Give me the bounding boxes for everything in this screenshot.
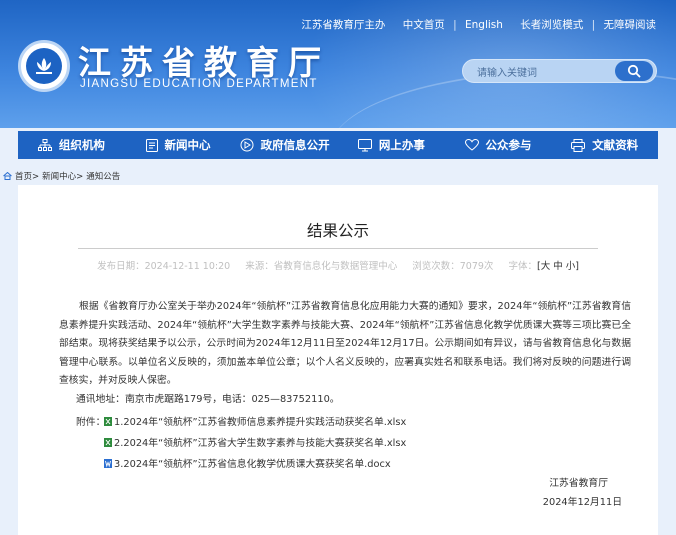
nav-item-news[interactable]: 新闻中心 bbox=[125, 137, 232, 153]
sponsor-text: 江苏省教育厅主办 bbox=[301, 19, 386, 31]
article-meta: 发布日期：2024-12-11 10:20 来源：省教育信息化与数据管理中心 浏… bbox=[18, 258, 658, 272]
attachment-link[interactable]: 1.2024年“领航杯”江苏省教师信息素养提升实践活动获奖名单.xlsx bbox=[104, 414, 406, 428]
lotus-emblem-icon bbox=[26, 48, 62, 84]
breadcrumb: 首页> 新闻中心> 通知公告 bbox=[3, 170, 120, 182]
attachment-name: 1.2024年“领航杯”江苏省教师信息素养提升实践活动获奖名单.xlsx bbox=[114, 417, 407, 428]
nav-label: 组织机构 bbox=[58, 138, 105, 152]
contact-address: 通讯地址：南京市虎踞路179号，电话：025—83752110。 bbox=[76, 394, 340, 405]
attachment-link[interactable]: 2.2024年“领航杯”江苏省大学生数字素养与技能大赛获奖名单.xlsx bbox=[104, 435, 406, 449]
search-button[interactable] bbox=[615, 61, 653, 81]
search-input[interactable]: 请输入关键词 bbox=[477, 64, 537, 79]
article-source: 来源：省教育信息化与数据管理中心 bbox=[245, 261, 398, 272]
font-size-options[interactable]: [大 中 小] bbox=[537, 261, 579, 272]
excel-file-icon bbox=[104, 416, 112, 426]
excel-file-icon bbox=[104, 437, 112, 447]
attachment-name: 3.2024年“领航杯”江苏省信息化教学优质课大赛获奖名单.docx bbox=[114, 459, 391, 470]
nav-label: 网上办事 bbox=[378, 138, 425, 152]
home-icon bbox=[3, 172, 12, 180]
word-file-icon bbox=[104, 458, 112, 468]
title-divider bbox=[78, 248, 598, 249]
separator: | bbox=[453, 19, 457, 31]
top-links: 江苏省教育厅主办 中文首页 | English 长者浏览模式 | 无障碍阅读 bbox=[296, 17, 656, 32]
nav-label: 政府信息公开 bbox=[260, 138, 330, 152]
breadcrumb-news[interactable]: 新闻中心> bbox=[42, 170, 83, 182]
nav-item-online-services[interactable]: 网上办事 bbox=[338, 137, 445, 153]
search-box: 请输入关键词 bbox=[462, 59, 657, 83]
nav-label: 新闻中心 bbox=[164, 138, 211, 152]
monitor-icon bbox=[357, 138, 372, 151]
search-icon bbox=[627, 64, 641, 78]
nav-item-public-participation[interactable]: 公众参与 bbox=[445, 137, 552, 153]
publish-date: 发布日期：2024-12-11 10:20 bbox=[97, 261, 231, 272]
site-logo[interactable] bbox=[18, 40, 70, 92]
site-title-en: JIANGSU EDUCATION DEPARTMENT bbox=[80, 78, 318, 90]
nav-label: 公众参与 bbox=[485, 138, 532, 152]
font-size-label: 字体： bbox=[508, 261, 537, 272]
info-disclosure-icon bbox=[240, 138, 254, 152]
breadcrumb-home[interactable]: 首页> bbox=[15, 170, 39, 182]
news-icon bbox=[145, 138, 158, 152]
page-title: 结果公示 bbox=[306, 222, 369, 240]
english-link[interactable]: English bbox=[465, 19, 503, 31]
main-nav: 组织机构 新闻中心 政府信息公开 网上办事 公众参与 文献资料 bbox=[18, 131, 658, 159]
accessible-reading-link[interactable]: 无障碍阅读 bbox=[604, 19, 657, 31]
font-size-control: 字体：[大 中 小] bbox=[508, 261, 578, 272]
signature-date: 2024年12月11日 bbox=[542, 497, 622, 508]
heart-icon bbox=[464, 139, 479, 151]
nav-item-organization[interactable]: 组织机构 bbox=[18, 137, 125, 153]
home-link[interactable]: 中文首页 bbox=[403, 19, 445, 31]
org-chart-icon bbox=[37, 138, 52, 151]
nav-item-info-disclosure[interactable]: 政府信息公开 bbox=[231, 137, 338, 153]
site-title-cn: 江苏省教育厅 bbox=[78, 43, 330, 82]
article-body: 根据《省教育厅办公室关于举办2024年“领航杯”江苏省教育信息化应用能力大赛的通… bbox=[59, 301, 631, 387]
view-count: 浏览次数：7079次 bbox=[412, 261, 494, 272]
attachment-link[interactable]: 3.2024年“领航杯”江苏省信息化教学优质课大赛获奖名单.docx bbox=[104, 456, 391, 470]
attachment-name: 2.2024年“领航杯”江苏省大学生数字素养与技能大赛获奖名单.xlsx bbox=[114, 438, 407, 449]
nav-label: 文献资料 bbox=[592, 138, 639, 152]
article-panel: 结果公示 发布日期：2024-12-11 10:20 来源：省教育信息化与数据管… bbox=[18, 185, 658, 535]
elder-mode-link[interactable]: 长者浏览模式 bbox=[520, 19, 583, 31]
signature-org: 江苏省教育厅 bbox=[549, 478, 608, 489]
separator: | bbox=[591, 19, 596, 31]
site-header: 江苏省教育厅主办 中文首页 | English 长者浏览模式 | 无障碍阅读 江… bbox=[0, 0, 676, 128]
attachments-label: 附件： bbox=[76, 417, 106, 428]
nav-item-documents[interactable]: 文献资料 bbox=[551, 137, 658, 153]
breadcrumb-notices[interactable]: 通知公告 bbox=[86, 170, 120, 182]
printer-icon bbox=[571, 138, 586, 152]
